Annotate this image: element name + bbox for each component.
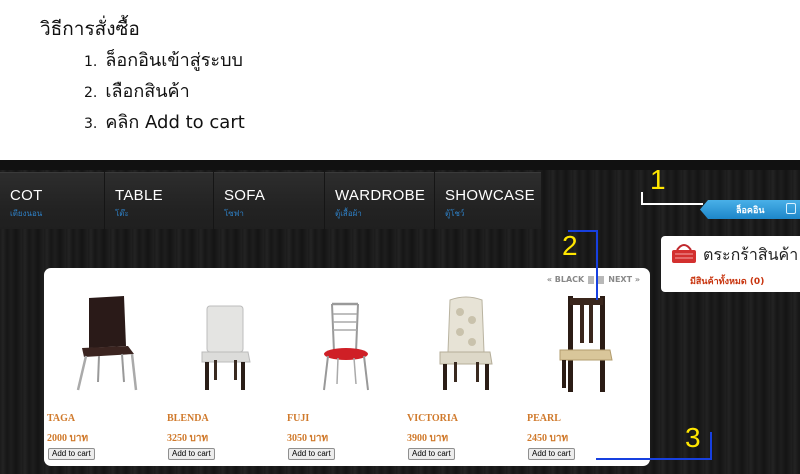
chair-image[interactable] [164, 290, 284, 396]
nav-subtitle: ตู้เสื้อผ้า [335, 209, 362, 218]
nav-title: TABLE [115, 187, 163, 204]
nav-subtitle: เตียงนอน [10, 209, 43, 218]
chair-image[interactable] [404, 290, 524, 396]
step-2: 2. เลือกสินค้า [84, 81, 245, 112]
instructions-steps: 1. ล็อกอินเข้าสู่ระบบ 2. เลือกสินค้า 3. คลิ… [84, 50, 245, 143]
cart-title: ตระกร้าสินค้า [703, 245, 799, 264]
shop-website: COT เตียงนอน TABLE โต๊ะ SOFA โซฟา WARDRO… [0, 160, 800, 474]
add-to-cart-button[interactable]: Add to cart [528, 448, 575, 460]
instructions-title: วิธีการสั่งซื้อ [40, 18, 140, 40]
nav-item-cot[interactable]: COT เตียงนอน [0, 172, 104, 229]
step-text: คลิก Add to cart [105, 112, 245, 133]
product-card: TAGA 2000 บาท Add to cart [44, 268, 164, 466]
annotation-1-line [641, 203, 703, 205]
add-to-cart-button[interactable]: Add to cart [288, 448, 335, 460]
site-top-bar [0, 160, 800, 170]
nav-subtitle: โต๊ะ [115, 209, 129, 218]
add-to-cart-button[interactable]: Add to cart [168, 448, 215, 460]
nav-title: SHOWCASE [445, 187, 535, 204]
chair-image[interactable] [524, 290, 644, 396]
cart-item-count: มีสินค้าทั้งหมด (0) [690, 277, 765, 287]
login-icon [786, 203, 796, 214]
nav-subtitle: ตู้โชว์ [445, 209, 465, 218]
product-name: FUJI [287, 413, 310, 424]
nav-title: SOFA [224, 187, 266, 204]
product-card: FUJI 3050 บาท Add to cart [284, 268, 404, 466]
nav-item-wardrobe[interactable]: WARDROBE ตู้เสื้อผ้า [325, 172, 434, 229]
product-card: VICTORIA 3900 บาท Add to cart [404, 268, 524, 466]
step-number: 2. [84, 85, 98, 101]
instructions-panel: วิธีการสั่งซื้อ 1. ล็อกอินเข้าสู่ระบบ 2. เ… [0, 0, 800, 160]
step-1: 1. ล็อกอินเข้าสู่ระบบ [84, 50, 245, 81]
step-text: ล็อกอินเข้าสู่ระบบ [105, 50, 243, 71]
step-number: 1. [84, 54, 98, 70]
step-3: 3. คลิก Add to cart [84, 112, 245, 143]
chair-image[interactable] [284, 290, 404, 396]
product-name: VICTORIA [407, 413, 458, 424]
cart-widget[interactable]: ตระกร้าสินค้า มีสินค้าทั้งหมด (0) [661, 236, 800, 292]
annotation-3-line [710, 432, 712, 460]
annotation-2-line [568, 230, 596, 232]
nav-subtitle: โซฟา [224, 209, 244, 218]
product-name: PEARL [527, 413, 561, 424]
nav-item-table[interactable]: TABLE โต๊ะ [105, 172, 213, 229]
product-name: BLENDA [167, 413, 209, 424]
product-name: TAGA [47, 413, 76, 424]
annotation-1: 1 [650, 164, 666, 195]
product-price: 2000 บาท [47, 433, 89, 444]
basket-icon [672, 244, 696, 263]
annotation-3: 3 [685, 422, 701, 453]
product-price: 3900 บาท [407, 433, 449, 444]
chair-image[interactable] [44, 290, 164, 396]
product-panel: « BLACK NEXT » TAGA 2000 บาท Add to cart [44, 268, 650, 466]
login-label: ล็อคอิน [736, 206, 765, 216]
main-nav: COT เตียงนอน TABLE โต๊ะ SOFA โซฟา WARDRO… [0, 172, 542, 229]
product-price: 3050 บาท [287, 433, 329, 444]
product-card: PEARL 2450 บาท Add to cart [524, 268, 644, 466]
nav-item-showcase[interactable]: SHOWCASE ตู้โชว์ [435, 172, 541, 229]
nav-title: COT [10, 187, 43, 204]
add-to-cart-button[interactable]: Add to cart [408, 448, 455, 460]
step-text: เลือกสินค้า [105, 81, 190, 102]
step-number: 3. [84, 116, 98, 132]
annotation-2-line [596, 230, 598, 300]
product-price: 2450 บาท [527, 433, 569, 444]
product-price: 3250 บาท [167, 433, 209, 444]
login-button[interactable]: ล็อคอิน [700, 200, 800, 219]
nav-title: WARDROBE [335, 187, 426, 204]
product-card: BLENDA 3250 บาท Add to cart [164, 268, 284, 466]
nav-item-sofa[interactable]: SOFA โซฟา [214, 172, 324, 229]
add-to-cart-button[interactable]: Add to cart [48, 448, 95, 460]
annotation-3-line [596, 458, 712, 460]
annotation-2: 2 [562, 230, 578, 261]
